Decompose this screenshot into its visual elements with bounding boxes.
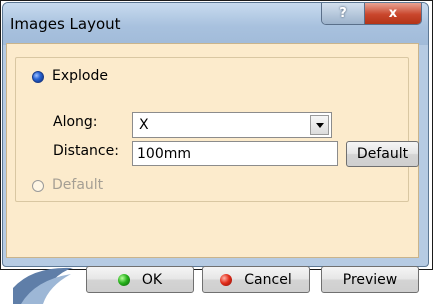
cancel-icon (220, 273, 233, 286)
title-bar[interactable]: Images Layout ? x (3, 3, 428, 45)
chevron-down-icon[interactable] (310, 115, 329, 135)
along-value: X (139, 117, 149, 133)
help-button[interactable]: ? (322, 3, 365, 24)
close-icon: x (388, 6, 398, 21)
window-title: Images Layout (10, 15, 121, 33)
ok-icon (117, 273, 130, 286)
ok-label: OK (141, 271, 163, 288)
cancel-label: Cancel (244, 271, 292, 288)
explode-label[interactable]: Explode (52, 68, 108, 84)
title-buttons: ? x (321, 3, 422, 25)
default-button[interactable]: Default (346, 141, 419, 167)
distance-input[interactable] (133, 142, 337, 165)
explode-radio[interactable] (32, 71, 44, 83)
cancel-button[interactable]: Cancel (202, 266, 310, 293)
swoosh-decoration (13, 267, 73, 304)
along-select[interactable]: X (132, 112, 332, 138)
default-radio[interactable] (32, 180, 44, 192)
preview-button[interactable]: Preview (321, 266, 419, 293)
distance-label: Distance: (53, 143, 119, 159)
default-option-label[interactable]: Default (52, 177, 103, 193)
along-label: Along: (53, 114, 98, 130)
dialog-body: Explode Along: X Distance: Default Defau… (6, 43, 419, 304)
close-button[interactable]: x (365, 3, 421, 24)
distance-field[interactable] (132, 141, 338, 166)
ok-button[interactable]: OK (86, 266, 194, 293)
